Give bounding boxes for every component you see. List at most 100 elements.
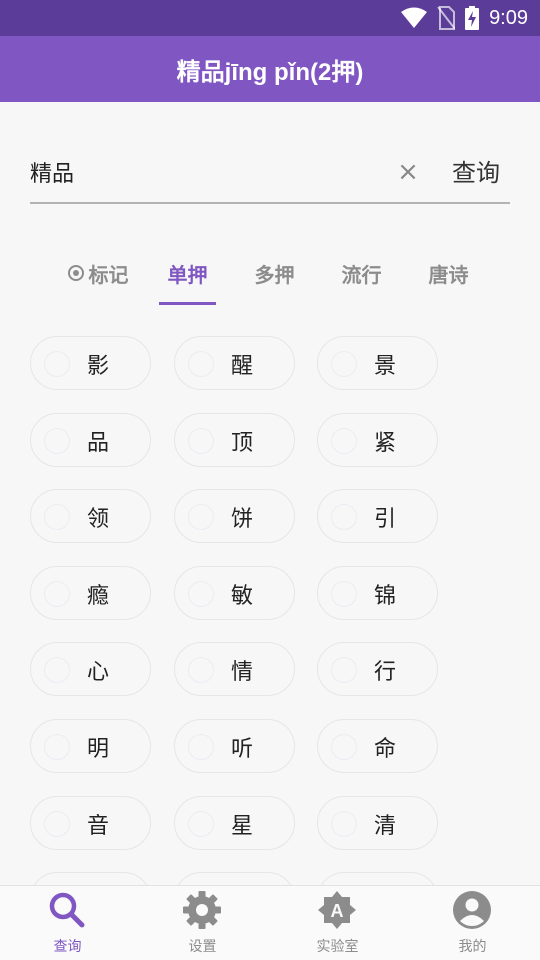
radio-icon [44, 351, 70, 377]
result-label: 明 [86, 737, 109, 762]
nav-lab[interactable]: A 实验室 [270, 886, 405, 960]
close-icon: × [397, 157, 419, 187]
search-bar: × 查询 [30, 140, 510, 204]
tab-label: 标记 [88, 262, 129, 287]
result-label: 景 [373, 354, 396, 379]
result-label: 锦 [373, 584, 396, 609]
result-label: 瘾 [86, 584, 109, 609]
tab-label: 单押 [167, 262, 208, 287]
status-bar: 9:09 [0, 0, 540, 36]
query-button[interactable]: 查询 [442, 148, 510, 192]
result-label: 音 [86, 814, 109, 839]
result-chip[interactable]: 景 [317, 336, 438, 390]
result-chip[interactable]: 瘾 [30, 566, 151, 620]
result-label: 紧 [373, 431, 396, 456]
tab-single-rhyme[interactable]: 单押 [151, 240, 224, 306]
nav-query[interactable]: 查询 [0, 886, 135, 960]
result-chip[interactable]: 情 [174, 642, 295, 696]
results-grid: 影 醒 景 品 顶 紧 领 饼 引 瘾 敏 锦 心 情 行 明 听 命 音 星 … [30, 336, 510, 885]
page-title: 精品jīng pǐn(2押) [176, 58, 364, 86]
radio-icon [188, 504, 214, 530]
search-icon [49, 892, 85, 928]
radio-icon [331, 428, 357, 454]
result-chip[interactable]: 引 [317, 489, 438, 543]
result-chip[interactable]: 清 [317, 796, 438, 850]
radio-icon [44, 504, 70, 530]
lab-badge-icon: A [318, 891, 356, 929]
result-chip[interactable]: 锦 [317, 566, 438, 620]
tab-label: 唐诗 [428, 262, 469, 287]
svg-text:A: A [331, 901, 344, 921]
result-label: 顶 [230, 431, 253, 456]
radio-icon [188, 581, 214, 607]
result-chip[interactable]: 影 [30, 336, 151, 390]
result-label: 醒 [230, 354, 253, 379]
result-label: 影 [86, 354, 109, 379]
radio-icon [188, 428, 214, 454]
nav-profile[interactable]: 我的 [405, 886, 540, 960]
nav-label: 我的 [458, 939, 487, 955]
tab-indicator [159, 302, 216, 305]
radio-icon [44, 657, 70, 683]
result-chip[interactable]: 顶 [174, 413, 295, 467]
result-chip-partial[interactable] [317, 872, 438, 885]
result-chip[interactable]: 听 [174, 719, 295, 773]
radio-icon [44, 581, 70, 607]
search-input[interactable] [30, 150, 380, 194]
result-chip[interactable]: 紧 [317, 413, 438, 467]
radio-icon [331, 351, 357, 377]
radio-icon [331, 734, 357, 760]
status-icons: 9:09 [401, 0, 528, 36]
no-sim-icon [437, 6, 456, 30]
radio-icon [331, 581, 357, 607]
radio-icon [188, 657, 214, 683]
radio-icon [188, 734, 214, 760]
result-label: 星 [230, 814, 253, 839]
radio-icon [188, 351, 214, 377]
nav-settings[interactable]: 设置 [135, 886, 270, 960]
result-chip[interactable]: 音 [30, 796, 151, 850]
result-label: 命 [373, 737, 396, 762]
status-time: 9:09 [489, 6, 528, 29]
tab-tang-poems[interactable]: 唐诗 [412, 240, 485, 306]
gear-icon [183, 891, 221, 929]
result-chip-partial[interactable] [30, 872, 151, 885]
account-icon [453, 891, 491, 929]
result-chip[interactable]: 醒 [174, 336, 295, 390]
radio-icon [188, 811, 214, 837]
result-label: 听 [230, 737, 253, 762]
result-label: 情 [230, 660, 253, 685]
nav-label: 设置 [188, 939, 217, 955]
result-label: 品 [86, 431, 109, 456]
clear-button[interactable]: × [390, 154, 426, 190]
result-chip[interactable]: 星 [174, 796, 295, 850]
result-chip[interactable]: 明 [30, 719, 151, 773]
result-chip[interactable]: 命 [317, 719, 438, 773]
result-chip-partial[interactable] [174, 872, 295, 885]
nav-label: 查询 [53, 939, 82, 955]
wifi-icon [401, 7, 428, 28]
result-label: 行 [373, 660, 396, 685]
result-chip[interactable]: 心 [30, 642, 151, 696]
tab-label: 流行 [341, 262, 382, 287]
battery-charging-icon [465, 6, 480, 30]
app-bar: 精品jīng pǐn(2押) [0, 36, 540, 102]
tab-multi-rhyme[interactable]: 多押 [238, 240, 311, 306]
radio-icon [67, 265, 84, 281]
radio-icon [44, 811, 70, 837]
tab-popular[interactable]: 流行 [325, 240, 398, 306]
result-label: 饼 [230, 507, 253, 532]
radio-icon [44, 734, 70, 760]
result-chip[interactable]: 领 [30, 489, 151, 543]
result-chip[interactable]: 品 [30, 413, 151, 467]
result-chip[interactable]: 饼 [174, 489, 295, 543]
nav-label: 实验室 [316, 939, 359, 955]
radio-icon [44, 428, 70, 454]
result-label: 敏 [230, 584, 253, 609]
result-chip[interactable]: 敏 [174, 566, 295, 620]
tab-label: 多押 [254, 262, 295, 287]
result-label: 心 [86, 660, 109, 685]
tab-mark[interactable]: 标记 [48, 240, 148, 306]
result-label: 清 [373, 814, 396, 839]
result-chip[interactable]: 行 [317, 642, 438, 696]
